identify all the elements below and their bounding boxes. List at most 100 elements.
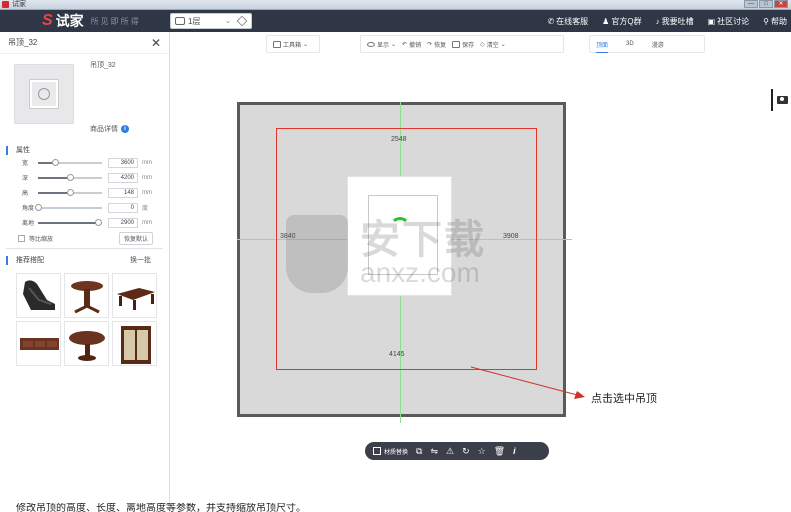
reset-default-button[interactable]: 恢复默认 xyxy=(118,231,153,245)
slider-knob[interactable] xyxy=(66,188,74,196)
forum-icon: ▣ xyxy=(707,16,716,26)
nav-link-qq-group[interactable]: ♟ 官方Q群 xyxy=(602,16,641,27)
tool-library-label: 工具箱 xyxy=(283,42,302,49)
attribute-unit: mm xyxy=(142,174,152,181)
attribute-slider[interactable] xyxy=(38,158,102,166)
attribute-value-input[interactable]: 4200 xyxy=(108,172,138,183)
undo-button[interactable]: ↶ 撤销 xyxy=(402,40,421,49)
annotation-arrow xyxy=(470,366,585,399)
attributes-section: 属性 宽 3600 mm 深 4200 mm 高 148 mm 角度 0 度离地 2900 mm 等比缩放… xyxy=(0,146,169,246)
recommend-item-coffee-table[interactable] xyxy=(112,273,157,318)
nav-link-label: 帮助 xyxy=(771,16,787,26)
dimension-left: 3840 xyxy=(280,233,296,240)
attribute-unit: mm xyxy=(142,219,152,226)
close-icon[interactable]: ✕ xyxy=(151,36,161,50)
flip-icon[interactable]: ⇋ xyxy=(430,446,438,456)
attribute-unit: mm xyxy=(142,159,152,166)
pedestal-table-icon xyxy=(71,281,103,314)
info-icon: i xyxy=(121,125,129,133)
tab-3d-view[interactable]: 3D xyxy=(626,41,634,47)
recommend-item-display-cabinet[interactable] xyxy=(112,321,157,366)
minimize-button[interactable]: — xyxy=(744,0,758,8)
tab-top-view[interactable]: 顶面 xyxy=(596,40,609,54)
close-window-button[interactable]: ✕ xyxy=(774,0,788,8)
proportional-scale-label: 等比缩放 xyxy=(29,236,54,243)
material-replace-label: 材质替换 xyxy=(384,449,409,456)
attribute-row: 深 4200 mm xyxy=(0,170,169,185)
product-card: 吊顶_32 商品详情 i xyxy=(0,54,169,134)
attribute-slider[interactable] xyxy=(38,218,103,226)
nav-link-label: 在线客服 xyxy=(556,16,589,26)
clear-button[interactable]: ◇ 清空 ⌄ xyxy=(480,40,506,49)
help-icon: ⚲ xyxy=(763,16,769,26)
brand-logo[interactable]: S 试家 所见即所得 xyxy=(42,12,141,30)
recommend-item-massage-chair[interactable] xyxy=(16,273,61,318)
attribute-label: 离地 xyxy=(22,221,35,227)
recommend-item-round-table[interactable] xyxy=(64,321,109,366)
slider-knob[interactable] xyxy=(95,218,103,226)
material-icon xyxy=(373,447,381,455)
rotate-handle-icon[interactable] xyxy=(390,217,410,237)
save-button[interactable]: 保存 xyxy=(452,40,474,49)
info-icon[interactable]: i xyxy=(513,446,516,456)
dimension-right: 3908 xyxy=(503,233,519,240)
mirror-icon[interactable]: ⚠ xyxy=(446,446,454,456)
redo-label: 恢复 xyxy=(434,42,447,49)
maximize-button[interactable]: □ xyxy=(759,0,773,8)
attribute-label: 高 xyxy=(22,191,29,197)
swap-batch-link[interactable]: 换一批 xyxy=(130,255,151,265)
attribute-row: 离地 2900 mm xyxy=(0,215,169,230)
eye-icon xyxy=(367,41,375,47)
proportional-scale-row: 等比缩放 恢复默认 xyxy=(0,230,169,246)
recommend-item-tv-cabinet[interactable] xyxy=(16,321,61,366)
favorite-icon[interactable]: ☆ xyxy=(478,446,486,456)
nav-link-help[interactable]: ⚲ 帮助 xyxy=(763,16,787,27)
nav-link-online-service[interactable]: ✆ 在线客服 xyxy=(547,16,588,27)
attribute-value-input[interactable]: 148 xyxy=(108,187,138,198)
window-titlebar: 试家 — □ ✕ xyxy=(0,0,791,10)
ceiling-model[interactable] xyxy=(347,176,452,296)
screenshot-tab[interactable] xyxy=(771,89,791,111)
tool-library-toolbar: 工具箱 ⌄ xyxy=(266,35,320,53)
nav-link-feedback[interactable]: ♪ 我要吐槽 xyxy=(656,16,694,27)
bottom-toolbar: 材质替换 ⧉ ⇋ ⚠ ↻ ☆ 🗑 i xyxy=(365,442,549,460)
copy-icon[interactable]: ⧉ xyxy=(416,446,422,456)
material-replace-button[interactable]: 材质替换 xyxy=(373,447,408,456)
delete-icon[interactable]: 🗑 xyxy=(494,446,505,456)
design-canvas[interactable]: 2548 4145 3840 3908 点击选中吊顶 安下载 anxz.com … xyxy=(171,53,791,512)
brand-slogan: 所见即所得 xyxy=(90,16,141,26)
toolbox-icon xyxy=(273,40,281,48)
floor-selector[interactable]: 1层 ⌄ xyxy=(170,13,252,29)
panel-title: 吊顶_32 xyxy=(8,38,38,47)
tab-walkthrough[interactable]: 漫游 xyxy=(652,40,664,49)
display-label: 显示 xyxy=(377,42,390,49)
app-icon xyxy=(2,1,9,8)
attribute-unit: mm xyxy=(142,189,152,196)
dimension-top: 2548 xyxy=(391,136,407,143)
rotate-icon[interactable]: ↻ xyxy=(462,446,470,456)
slider-knob[interactable] xyxy=(66,173,74,181)
recommend-grid xyxy=(16,273,169,366)
window-controls: — □ ✕ xyxy=(744,0,788,8)
panel-header: 吊顶_32 ✕ xyxy=(0,32,169,54)
attribute-slider[interactable] xyxy=(38,173,102,181)
eraser-icon: ◇ xyxy=(480,41,485,48)
recommend-item-pedestal-table[interactable] xyxy=(64,273,109,318)
attribute-row: 宽 3600 mm xyxy=(0,155,169,170)
product-detail-link[interactable]: 商品详情 i xyxy=(90,124,129,134)
nav-link-community[interactable]: ▣ 社区讨论 xyxy=(708,16,750,27)
tool-library-button[interactable]: 工具箱 ⌄ xyxy=(273,40,308,49)
display-button[interactable]: 显示 ⌄ xyxy=(367,40,396,49)
redo-button[interactable]: ↷ 恢复 xyxy=(427,40,446,49)
attribute-value-input[interactable]: 0 xyxy=(108,202,138,213)
attribute-slider[interactable] xyxy=(38,188,102,196)
recommend-title: 推荐搭配 xyxy=(6,255,44,265)
cube-icon[interactable] xyxy=(236,15,248,27)
attribute-value-input[interactable]: 2900 xyxy=(108,217,138,228)
slider-knob[interactable] xyxy=(34,203,42,211)
slider-knob[interactable] xyxy=(52,158,60,166)
attribute-value-input[interactable]: 3600 xyxy=(108,157,138,168)
attribute-slider[interactable] xyxy=(34,203,102,211)
undo-icon: ↶ xyxy=(402,41,408,48)
proportional-scale-checkbox[interactable] xyxy=(18,234,25,242)
